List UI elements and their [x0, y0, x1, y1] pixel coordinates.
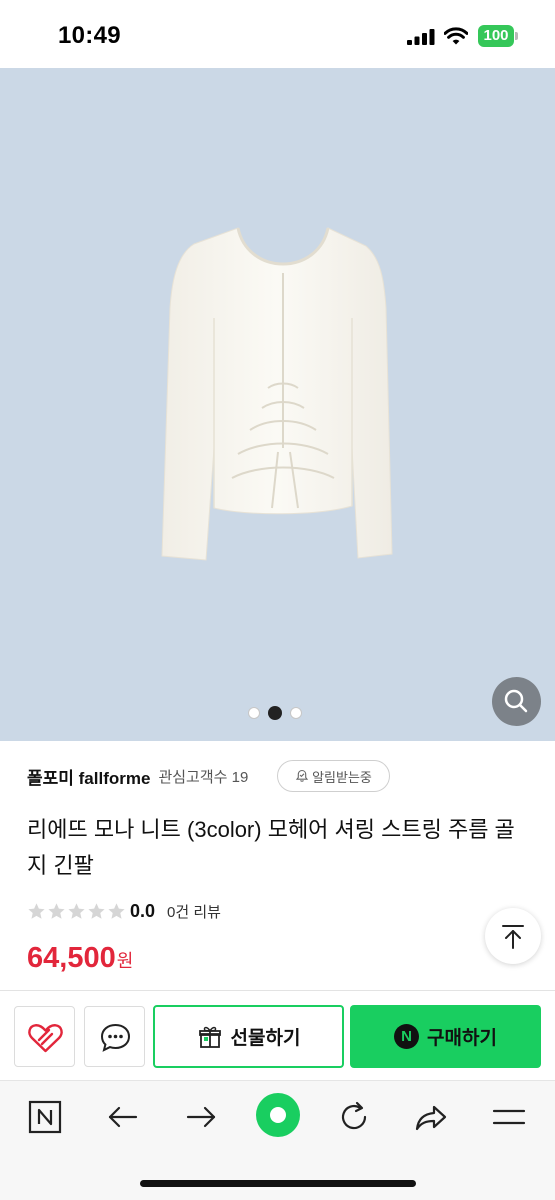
- refresh-icon[interactable]: [332, 1095, 376, 1139]
- purchase-action-bar: 선물하기 N 구매하기: [0, 990, 555, 1080]
- notify-toggle-button[interactable]: 알림받는중: [277, 760, 390, 792]
- status-bar: 10:49 100: [0, 0, 555, 68]
- gallery-dot[interactable]: [248, 707, 260, 719]
- buy-button[interactable]: N 구매하기: [350, 1005, 541, 1068]
- star-icon: [68, 902, 85, 919]
- seller-name[interactable]: 폴포미 fallforme: [27, 764, 150, 789]
- star-icon: [28, 902, 45, 919]
- gift-label: 선물하기: [230, 1028, 301, 1049]
- seller-info: 폴포미 fallforme 관심고객수 19: [27, 760, 248, 792]
- naver-n-icon[interactable]: [23, 1095, 67, 1139]
- rating-value: 0.0: [130, 900, 156, 921]
- home-circle-icon[interactable]: [252, 1089, 304, 1141]
- status-time: 10:49: [58, 22, 121, 49]
- buy-label: 구매하기: [427, 1028, 497, 1049]
- zoom-button[interactable]: [492, 677, 541, 726]
- battery-icon: 100: [478, 25, 518, 47]
- battery-level: 100: [478, 25, 514, 47]
- naver-pay-icon: N: [394, 1024, 420, 1049]
- review-count[interactable]: 0건 리뷰: [167, 901, 221, 922]
- gift-button[interactable]: 선물하기: [153, 1005, 344, 1068]
- wifi-icon: [444, 27, 468, 45]
- menu-icon[interactable]: [487, 1095, 531, 1139]
- chat-bubble-icon: [100, 1023, 131, 1052]
- search-icon: [504, 689, 528, 713]
- gallery-dot[interactable]: [290, 707, 302, 719]
- follower-count: 관심고객수 19: [158, 768, 249, 786]
- forward-arrow-icon[interactable]: [179, 1095, 223, 1139]
- product-photo: [161, 227, 393, 561]
- gallery-dot-active[interactable]: [268, 706, 282, 720]
- rating-stars: [27, 902, 126, 921]
- product-image-gallery[interactable]: [0, 68, 555, 741]
- arrow-up-to-top-icon: [502, 925, 524, 949]
- star-icon: [48, 902, 65, 919]
- wishlist-button[interactable]: [14, 1006, 75, 1067]
- signal-icon: [407, 29, 435, 45]
- rating-row[interactable]: 0.0 0건 리뷰: [27, 898, 221, 924]
- scroll-top-button[interactable]: [485, 908, 541, 964]
- price-value: 64,500: [27, 942, 116, 974]
- back-arrow-icon[interactable]: [101, 1095, 145, 1139]
- bell-check-icon: [295, 769, 309, 782]
- price: 64,500 원: [27, 942, 133, 975]
- gift-icon: [198, 1026, 221, 1048]
- talk-button[interactable]: [84, 1006, 145, 1067]
- star-icon: [108, 902, 125, 919]
- share-icon[interactable]: [409, 1095, 453, 1139]
- price-unit: 원: [116, 951, 134, 971]
- heart-link-icon: [28, 1024, 63, 1053]
- product-title: 리에뜨 모나 니트 (3color) 모헤어 셔링 스트링 주름 골지 긴팔: [27, 817, 515, 878]
- notify-label: 알림받는중: [312, 769, 372, 785]
- star-icon: [88, 902, 105, 919]
- home-indicator: [140, 1180, 416, 1187]
- gallery-pagination: [248, 706, 302, 720]
